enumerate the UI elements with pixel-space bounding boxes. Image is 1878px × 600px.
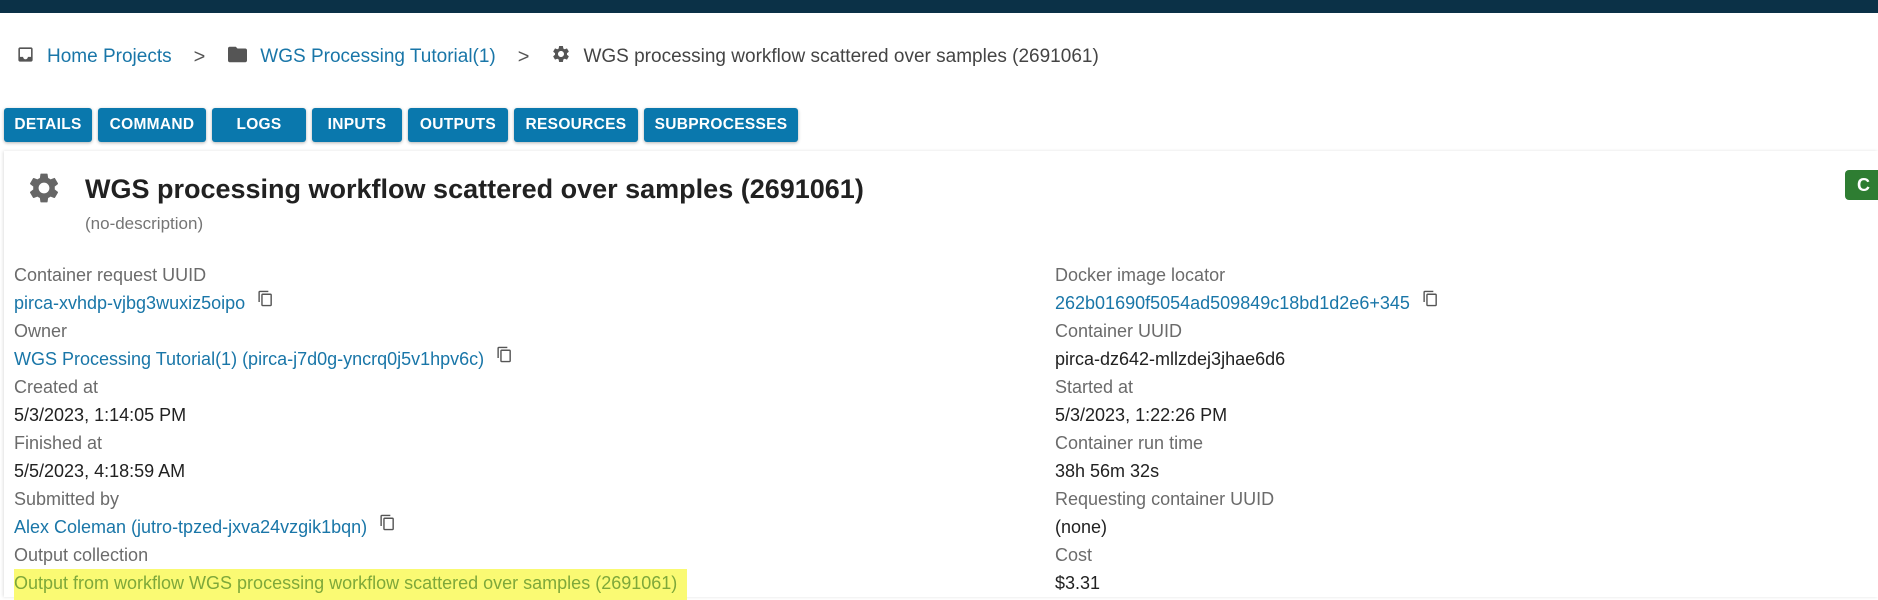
breadcrumb-project[interactable]: WGS Processing Tutorial(1) (227, 45, 496, 70)
detail-tabs: DETAILS COMMAND LOGS INPUTS OUTPUTS RESO… (4, 108, 804, 142)
output-collection-row: Output from workflow WGS processing work… (14, 569, 688, 600)
status-badge: C (1845, 170, 1878, 200)
tab-command[interactable]: COMMAND (98, 108, 206, 142)
details-left-column: Container request UUID pirca-xvhdp-vjbg3… (14, 264, 688, 600)
finished-at-value: 5/5/2023, 4:18:59 AM (14, 461, 186, 481)
breadcrumb-home[interactable]: Home Projects (16, 45, 172, 70)
process-description: (no-description) (85, 214, 204, 233)
started-at-label: Started at (1055, 377, 1134, 397)
chevron-right-icon: > (517, 45, 530, 68)
tab-subprocesses[interactable]: SUBPROCESSES (644, 108, 798, 142)
cost-label: Cost (1055, 545, 1093, 565)
created-at-value: 5/3/2023, 1:14:05 PM (14, 405, 187, 425)
submitted-by-row: Alex Coleman (jutro-tpzed-jxva24vzgik1bq… (14, 513, 687, 544)
breadcrumb-current-label[interactable]: WGS processing workflow scattered over s… (583, 46, 1098, 68)
cost-value: $3.31 (1055, 573, 1101, 593)
gear-icon (26, 170, 62, 211)
container-request-uuid-label: Container request UUID (14, 265, 207, 285)
breadcrumb-project-label[interactable]: WGS Processing Tutorial(1) (260, 46, 495, 68)
chevron-right-icon: > (193, 45, 206, 68)
docker-image-label: Docker image locator (1055, 265, 1226, 285)
output-collection-link[interactable]: Output from workflow WGS processing work… (14, 569, 688, 600)
tab-inputs[interactable]: INPUTS (312, 108, 402, 142)
details-right-column: Docker image locator 262b01690f5054ad509… (1055, 264, 1439, 600)
container-uuid-label: Container UUID (1055, 321, 1183, 341)
copy-icon[interactable] (1422, 289, 1439, 313)
created-at-label: Created at (14, 377, 99, 397)
container-uuid-value: pirca-dz642-mllzdej3jhae6d6 (1055, 349, 1286, 369)
output-collection-label: Output collection (14, 545, 149, 565)
docker-image-row: 262b01690f5054ad509849c18bd1d2e6+345 (1055, 289, 1439, 320)
process-title: WGS processing workflow scattered over s… (85, 174, 864, 204)
container-request-uuid-row: pirca-xvhdp-vjbg3wuxiz5oipo (14, 289, 687, 320)
tab-outputs[interactable]: OUTPUTS (408, 108, 508, 142)
top-app-bar (0, 0, 1878, 13)
requesting-uuid-label: Requesting container UUID (1055, 489, 1275, 509)
tab-logs[interactable]: LOGS (212, 108, 306, 142)
run-time-value: 38h 56m 32s (1055, 461, 1160, 481)
copy-icon[interactable] (496, 345, 513, 369)
tab-resources[interactable]: RESOURCES (514, 108, 638, 142)
docker-image-link[interactable]: 262b01690f5054ad509849c18bd1d2e6+345 (1055, 292, 1410, 314)
inbox-icon (16, 45, 35, 70)
started-at-value: 5/3/2023, 1:22:26 PM (1055, 405, 1228, 425)
submitted-by-label: Submitted by (14, 489, 120, 509)
owner-link[interactable]: WGS Processing Tutorial(1) (pirca-j7d0g-… (14, 348, 484, 370)
submitted-by-link[interactable]: Alex Coleman (jutro-tpzed-jxva24vzgik1bq… (14, 516, 367, 538)
run-time-label: Container run time (1055, 433, 1204, 453)
requesting-uuid-value: (none) (1055, 517, 1108, 537)
owner-row: WGS Processing Tutorial(1) (pirca-j7d0g-… (14, 345, 687, 376)
finished-at-label: Finished at (14, 433, 103, 453)
copy-icon[interactable] (379, 513, 396, 537)
breadcrumb-home-label[interactable]: Home Projects (47, 46, 172, 68)
container-request-uuid-link[interactable]: pirca-xvhdp-vjbg3wuxiz5oipo (14, 292, 245, 314)
breadcrumb: Home Projects > WGS Processing Tutorial(… (16, 44, 1099, 70)
breadcrumb-current[interactable]: WGS processing workflow scattered over s… (551, 44, 1099, 70)
owner-label: Owner (14, 321, 68, 341)
tab-details[interactable]: DETAILS (4, 108, 92, 142)
gear-icon (551, 44, 571, 70)
copy-icon[interactable] (257, 289, 274, 313)
folder-icon (227, 45, 248, 70)
